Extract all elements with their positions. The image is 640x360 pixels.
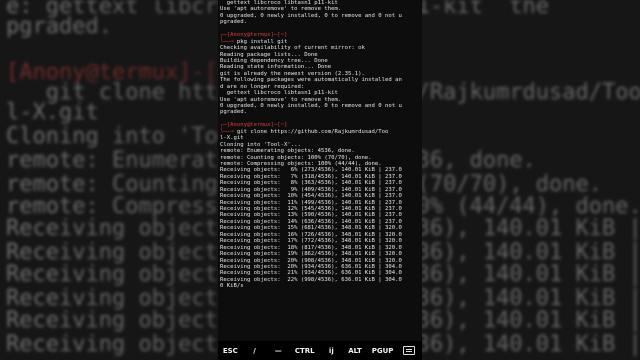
output-line: Receiving objects: 8% (363/4536), 140.01… (220, 180, 402, 187)
esc-key[interactable]: ESC (223, 347, 238, 355)
output-line: Receiving objects: 22% (998/4536), 636.0… (220, 276, 402, 283)
prompt-arrow: └──╼ (220, 38, 237, 45)
prompt-arrow: └──╼ (220, 128, 237, 135)
output-line: 0 upgraded, 0 newly installed, 0 to remo… (220, 103, 402, 109)
output-line: Receiving objects: 17% (772/4536), 348.0… (220, 238, 402, 245)
output-line: 0 upgraded, 0 newly installed, 0 to remo… (220, 12, 402, 19)
phone-screen: gettext libcroco libtasn1 p11-kit Use 'ap… (218, 0, 422, 360)
keyboard-icon[interactable] (403, 346, 417, 355)
output-line: Receiving objects: 21% (934/4536), 636.0… (220, 270, 402, 277)
output-line: The following packages were automaticall… (220, 77, 402, 84)
output-line: Receiving objects: 19% (862/4536), 348.0… (220, 251, 402, 258)
extra-keys-bar: ESC / — CTRL ij ALT PGUP (218, 341, 422, 360)
ctrl-key[interactable]: CTRL (295, 347, 315, 355)
output-line: Receiving objects: 15% (681/4536), 348.0… (220, 225, 402, 232)
output-line: Receiving objects: 6% (273/4536), 140.01… (220, 167, 402, 174)
keyboard-icon (403, 346, 416, 355)
output-line: 0 KiB/s (220, 283, 244, 290)
slash-key[interactable]: / (248, 347, 262, 355)
background-shade-right (420, 0, 640, 360)
alt-key[interactable]: ALT (348, 347, 362, 355)
output-line: Receiving objects: 20% (908/4536), 348.0… (220, 257, 402, 264)
dash-key[interactable]: — (271, 347, 285, 355)
command-text: pkg install git (236, 38, 288, 45)
output-line: Receiving objects: 10% (454/4536), 140.0… (220, 193, 402, 200)
terminal-output[interactable]: gettext libcroco libtasn1 p11-kit Use 'ap… (220, 0, 420, 340)
background-shade-left (0, 0, 220, 360)
pgup-key[interactable]: PGUP (372, 347, 394, 355)
command-text: git clone https://github.com/Rajkumrdusa… (236, 128, 389, 135)
output-line: Receiving objects: 13% (590/4536), 140.0… (220, 212, 402, 219)
ij-key[interactable]: ij (324, 347, 338, 355)
